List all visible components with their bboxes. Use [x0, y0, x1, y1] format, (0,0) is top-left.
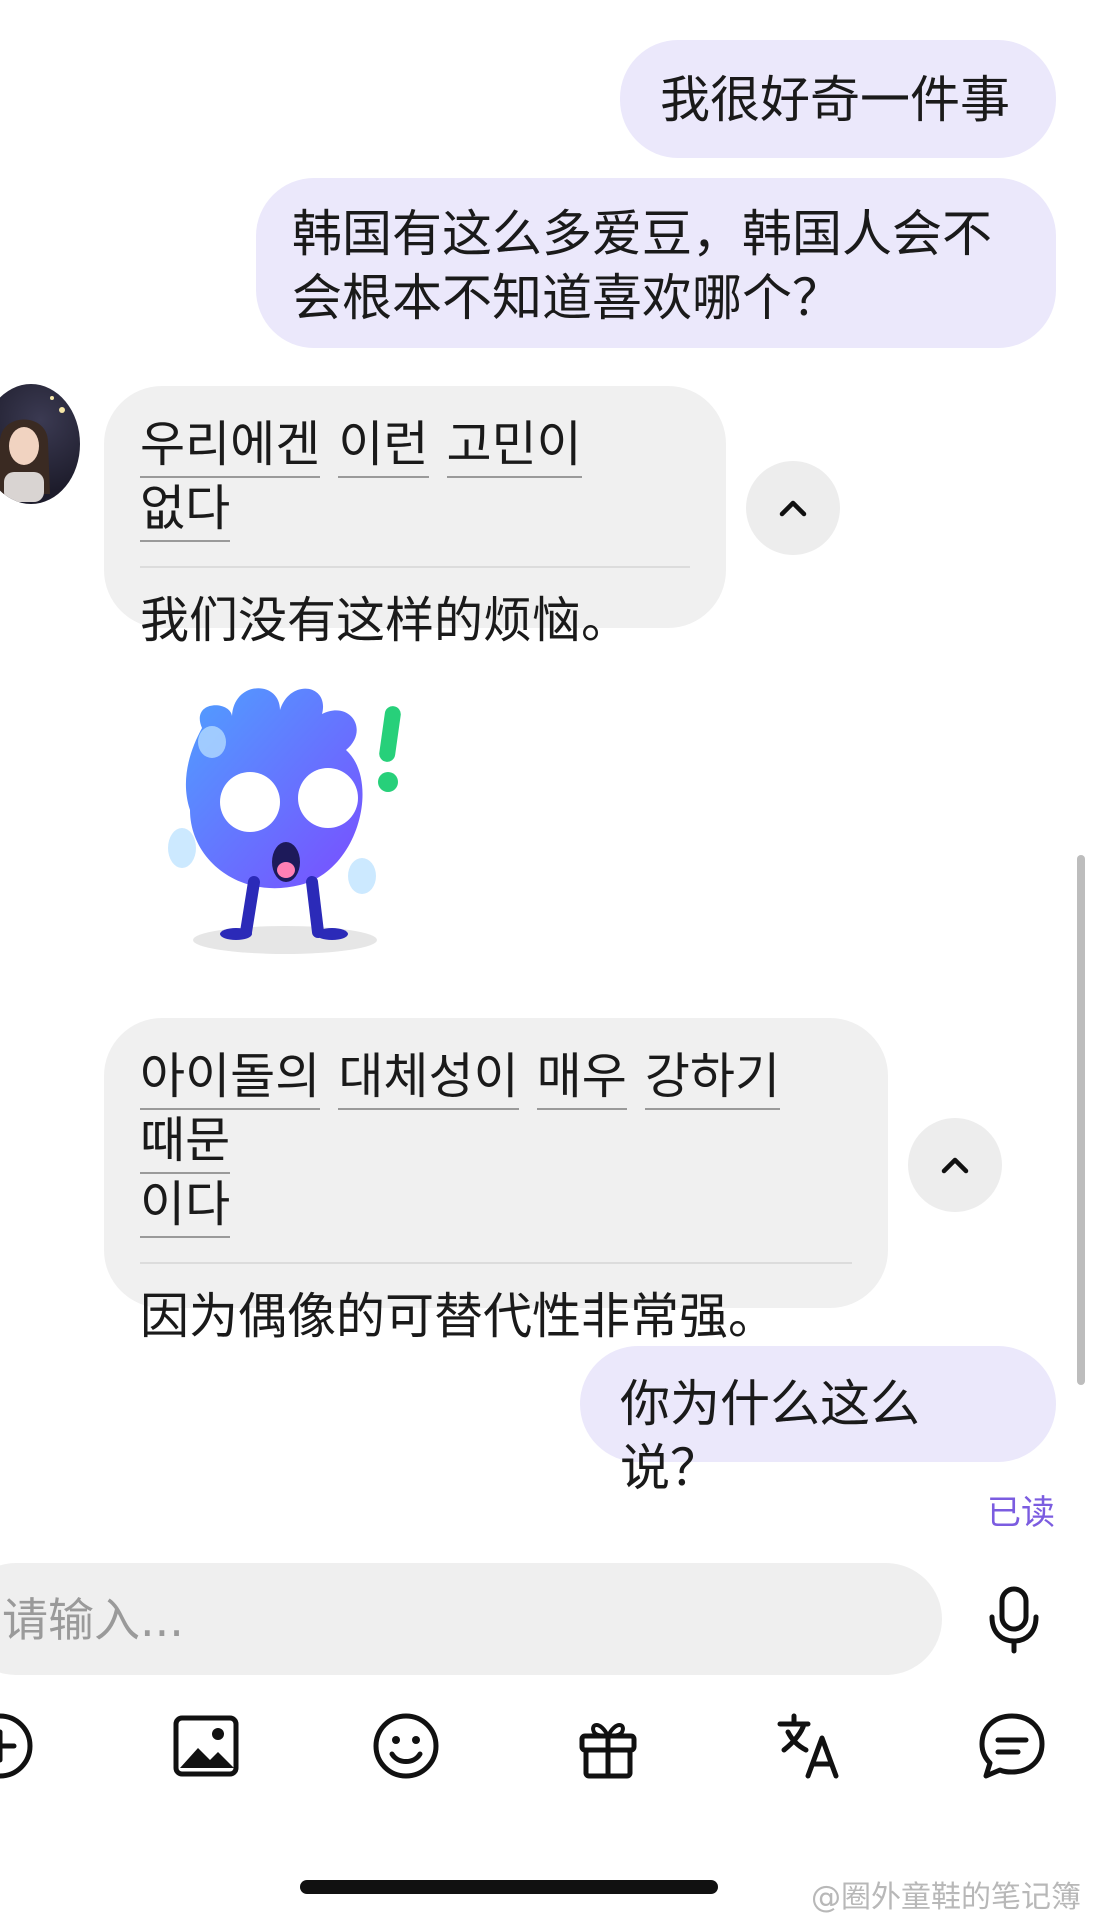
korean-word[interactable]: 이다: [140, 1176, 231, 1238]
korean-word[interactable]: 아이돌의: [140, 1048, 321, 1110]
korean-sentence[interactable]: 아이돌의 대체성이 매우 강하기때문 이다: [140, 1046, 852, 1238]
collapse-translation-button[interactable]: [908, 1118, 1002, 1212]
user-message-text: 你为什么这么说？: [620, 1375, 920, 1497]
chat-bubble-icon: [979, 1713, 1045, 1779]
avatar[interactable]: [0, 384, 80, 504]
add-button[interactable]: [0, 1710, 36, 1782]
user-message-text-line1: 韩国有这么多爱豆，韩国人会不: [292, 205, 992, 263]
korean-word[interactable]: 때문: [140, 1112, 231, 1174]
message-input[interactable]: [0, 1563, 904, 1677]
read-status: 已读: [987, 1493, 1055, 1533]
home-indicator[interactable]: [300, 1880, 718, 1894]
gift-button[interactable]: [572, 1710, 644, 1782]
korean-word[interactable]: 우리에겐: [140, 416, 321, 478]
user-message-bubble: 韩国有这么多爱豆，韩国人会不 会根本不知道喜欢哪个？: [256, 178, 1056, 348]
emoji-icon: [373, 1713, 439, 1779]
divider: [140, 566, 690, 568]
bot-message-bubble: 아이돌의 대체성이 매우 강하기때문 이다 因为偶像的可替代性非常强。: [104, 1018, 888, 1345]
bot-message-bubble: 우리에겐 이런 고민이없다 我们没有这样的烦恼。: [104, 386, 726, 649]
sticker-image[interactable]: [150, 670, 420, 960]
korean-sentence[interactable]: 우리에겐 이런 고민이없다: [140, 414, 690, 542]
avatar-photo-icon: [0, 396, 65, 502]
collapse-translation-button[interactable]: [746, 461, 840, 555]
divider: [140, 1262, 852, 1264]
user-message-bubble: 你为什么这么说？: [580, 1346, 1056, 1497]
message-input-container: [0, 1563, 942, 1677]
add-icon: [0, 1713, 33, 1779]
user-message-text-line2: 会根本不知道喜欢哪个？: [292, 269, 842, 327]
surprised-creature-sticker-icon: [168, 688, 401, 954]
gift-icon: [579, 1723, 637, 1779]
chevron-up-icon: [779, 500, 807, 517]
korean-word[interactable]: 고민이: [446, 416, 582, 478]
watermark-text: @圈外童鞋的笔记簿: [811, 1880, 1081, 1915]
korean-word[interactable]: 대체성이: [338, 1048, 519, 1110]
user-message-text: 我很好奇一件事: [660, 71, 1010, 129]
korean-word[interactable]: 매우: [536, 1048, 627, 1110]
microphone-icon: [989, 1586, 1039, 1654]
chat-button[interactable]: [976, 1710, 1048, 1782]
voice-input-button[interactable]: [980, 1585, 1048, 1655]
translation-text: 我们没有这样的烦恼。: [140, 592, 631, 649]
korean-word[interactable]: 없다: [140, 480, 231, 542]
translation-text: 因为偶像的可替代性非常强。: [140, 1288, 778, 1345]
korean-word[interactable]: 이런: [338, 416, 429, 478]
korean-word[interactable]: 강하기: [644, 1048, 781, 1110]
scrollbar-thumb[interactable]: [1077, 855, 1085, 1385]
image-icon: [173, 1715, 239, 1777]
chevron-up-icon: [941, 1157, 969, 1174]
user-message-bubble: 我很好奇一件事: [620, 40, 1056, 158]
translate-icon: [777, 1713, 839, 1779]
translate-button[interactable]: [774, 1710, 846, 1782]
image-button[interactable]: [170, 1710, 242, 1782]
emoji-button[interactable]: [370, 1710, 442, 1782]
